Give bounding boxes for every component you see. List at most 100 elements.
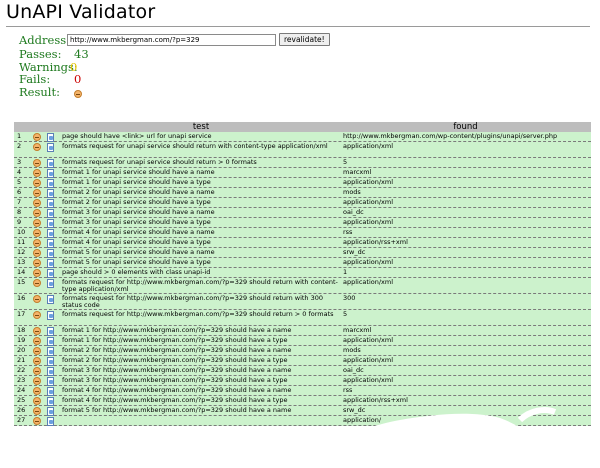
row-number: 21 [17, 356, 26, 364]
row-number: 12 [17, 248, 26, 256]
test-description: format 4 for unapi service should have a… [62, 227, 215, 236]
found-value: marcxml [343, 325, 372, 334]
document-icon[interactable] [46, 327, 54, 336]
validation-summary: Address: revalidate! Passes: 43 Warnings… [19, 33, 330, 98]
row-number: 6 [17, 188, 22, 196]
document-icon[interactable] [46, 311, 54, 320]
document-icon[interactable] [46, 337, 54, 346]
found-value: application/xml [343, 335, 394, 344]
smiley-icon [33, 295, 41, 305]
table-row: 13 format 5 for unapi service should have… [14, 258, 591, 268]
test-description: format 1 for http://www.mkbergman.com/?p… [62, 325, 292, 334]
address-label: Address: [19, 33, 71, 47]
fails-row: Fails: 0 [19, 72, 82, 86]
test-description: format 4 for unapi service should have a… [62, 237, 211, 246]
document-icon[interactable] [46, 259, 54, 268]
found-value: application/xml [343, 355, 394, 364]
found-value: application/xml [343, 217, 394, 226]
passes-row: Passes: 43 [19, 48, 89, 61]
table-row: 6 format 2 for unapi service should have … [14, 188, 591, 198]
document-icon[interactable] [46, 189, 54, 198]
document-icon[interactable] [46, 159, 54, 168]
document-icon[interactable] [46, 295, 54, 304]
test-description: format 3 for unapi service should have a… [62, 217, 211, 226]
found-value: http://www.mkbergman.com/wp-content/plug… [343, 131, 558, 140]
row-number: 2 [17, 142, 22, 150]
fails-count: 0 [74, 72, 82, 86]
found-value: application/xml [343, 177, 394, 186]
table-row: 5 format 1 for unapi service should have … [14, 178, 591, 188]
document-icon[interactable] [46, 357, 54, 366]
row-number: 7 [17, 198, 22, 206]
table-row: 11 format 4 for unapi service should have… [14, 238, 591, 248]
document-icon[interactable] [46, 279, 54, 288]
test-description: format 2 for http://www.mkbergman.com/?p… [62, 345, 292, 354]
revalidate-button[interactable]: revalidate! [279, 33, 330, 46]
document-icon[interactable] [46, 249, 54, 258]
row-number: 19 [17, 336, 26, 344]
passes-count: 43 [74, 47, 89, 61]
row-number: 18 [17, 326, 26, 334]
redaction-overlay [170, 407, 600, 468]
found-value: application/rss+xml [343, 237, 408, 246]
found-value: oai_dc [343, 365, 364, 374]
row-number: 16 [17, 294, 26, 302]
test-description: format 1 for unapi service should have a… [62, 177, 211, 186]
document-icon[interactable] [46, 269, 54, 278]
table-row: 4 format 1 for unapi service should have … [14, 168, 591, 178]
address-input[interactable] [67, 34, 276, 46]
test-description: formats request for http://www.mkbergman… [62, 277, 338, 293]
row-number: 5 [17, 178, 22, 186]
document-icon[interactable] [46, 367, 54, 376]
document-icon[interactable] [46, 347, 54, 356]
test-description: format 3 for http://www.mkbergman.com/?p… [62, 365, 292, 374]
table-row: 9 format 3 for unapi service should have … [14, 218, 591, 228]
table-header: test found [14, 122, 591, 132]
row-number: 13 [17, 258, 26, 266]
document-icon[interactable] [46, 133, 54, 142]
found-value: application/xml [343, 197, 394, 206]
table-row: 7 format 2 for unapi service should have … [14, 198, 591, 208]
found-value: application/xml [343, 257, 394, 266]
document-icon[interactable] [46, 169, 54, 178]
document-icon[interactable] [46, 229, 54, 238]
smiley-icon [33, 311, 41, 321]
fails-label: Fails: [19, 72, 51, 86]
table-row: 17 formats request for http://www.mkbergm… [14, 310, 591, 326]
test-description: format 1 for http://www.mkbergman.com/?p… [62, 335, 288, 344]
table-row: 12 format 5 for unapi service should have… [14, 248, 591, 258]
table-row: 18 format 1 for http://www.mkbergman.com/… [14, 326, 591, 336]
row-number: 15 [17, 278, 26, 286]
row-number: 3 [17, 158, 22, 166]
found-value: 300 [343, 293, 356, 302]
document-icon[interactable] [46, 179, 54, 188]
table-row: 3 formats request for unapi service shoul… [14, 158, 591, 168]
test-description: format 2 for unapi service should have a… [62, 187, 215, 196]
document-icon[interactable] [46, 239, 54, 248]
row-number: 4 [17, 168, 22, 176]
table-row: 21 format 2 for http://www.mkbergman.com/… [14, 356, 591, 366]
table-row: 10 format 4 for unapi service should have… [14, 228, 591, 238]
found-value: 1 [343, 267, 348, 276]
test-description: formats request for http://www.mkbergman… [62, 293, 324, 309]
document-icon[interactable] [46, 143, 54, 152]
row-number: 22 [17, 366, 26, 374]
header-found: found [453, 122, 478, 132]
address-row: Address: revalidate! [19, 33, 330, 48]
row-number: 20 [17, 346, 26, 354]
test-description: format 3 for unapi service should have a… [62, 207, 215, 216]
table-row: 20 format 2 for http://www.mkbergman.com/… [14, 346, 591, 356]
table-row: 1 page should have <link> url for unapi s… [14, 132, 591, 142]
page-title: UnAPI Validator [6, 1, 156, 23]
document-icon[interactable] [46, 209, 54, 218]
found-value: mods [343, 345, 361, 354]
test-description: format 2 for unapi service should have a… [62, 197, 211, 206]
found-value: mods [343, 187, 361, 196]
row-number: 8 [17, 208, 22, 216]
document-icon[interactable] [46, 199, 54, 208]
test-description: page should > 0 elements with class unap… [62, 267, 211, 276]
smiley-icon [33, 143, 41, 153]
table-row: 19 format 1 for http://www.mkbergman.com/… [14, 336, 591, 346]
document-icon[interactable] [46, 219, 54, 228]
table-row: 2 formats request for unapi service shoul… [14, 142, 591, 158]
